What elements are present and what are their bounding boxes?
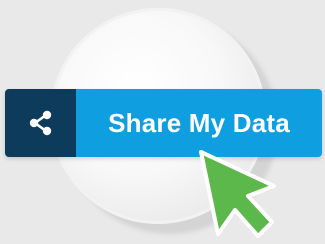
share-icon-block [5, 89, 76, 157]
share-button-label: Share My Data [108, 107, 290, 138]
arrow-cursor-icon [199, 150, 276, 238]
share-button-label-area: Share My Data [76, 89, 322, 157]
share-icon [29, 110, 51, 136]
share-my-data-button[interactable]: Share My Data [5, 89, 322, 157]
